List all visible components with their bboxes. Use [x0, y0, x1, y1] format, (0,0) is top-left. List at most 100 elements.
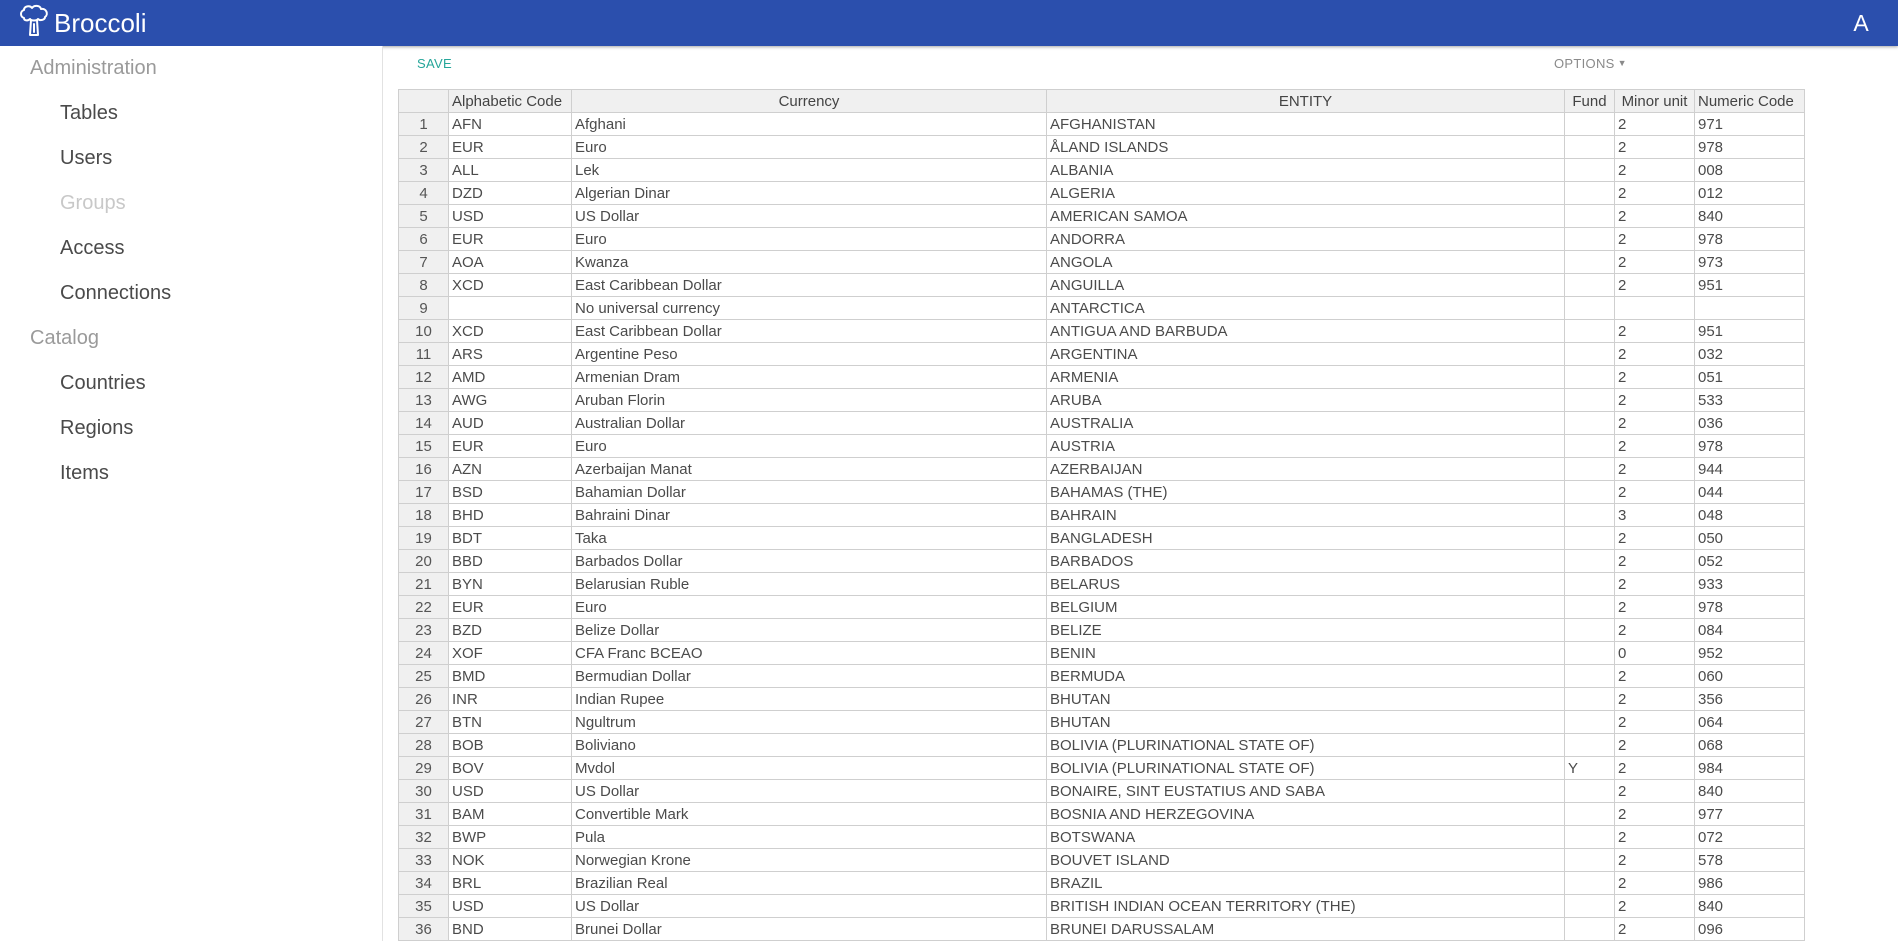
table-cell[interactable] [1564, 342, 1615, 366]
table-row[interactable]: 22 EUR Euro BELGIUM 2 978 [398, 595, 1805, 619]
table-cell[interactable]: 3 [1614, 503, 1695, 527]
table-row[interactable]: 19 BDT Taka BANGLADESH 2 050 [398, 526, 1805, 550]
table-row[interactable]: 6 EUR Euro ANDORRA 2 978 [398, 227, 1805, 251]
table-cell[interactable]: 2 [1614, 365, 1695, 389]
app-logo[interactable]: Broccoli [18, 4, 146, 43]
table-cell[interactable]: Azerbaijan Manat [571, 457, 1047, 481]
table-cell[interactable]: AUSTRIA [1046, 434, 1565, 458]
table-cell[interactable]: ÅLAND ISLANDS [1046, 135, 1565, 159]
table-row[interactable]: 23 BZD Belize Dollar BELIZE 2 084 [398, 618, 1805, 642]
table-cell[interactable]: Mvdol [571, 756, 1047, 780]
table-cell[interactable]: CFA Franc BCEAO [571, 641, 1047, 665]
row-number[interactable]: 8 [398, 273, 449, 297]
table-cell[interactable] [1564, 894, 1615, 918]
table-cell[interactable]: ANTIGUA AND BARBUDA [1046, 319, 1565, 343]
table-cell[interactable]: ALL [448, 158, 572, 182]
row-number[interactable]: 15 [398, 434, 449, 458]
table-row[interactable]: 1 AFN Afghani AFGHANISTAN 2 971 [398, 112, 1805, 136]
table-cell[interactable]: 2 [1614, 664, 1695, 688]
table-cell[interactable]: 578 [1694, 848, 1805, 872]
table-cell[interactable]: USD [448, 779, 572, 803]
table-cell[interactable]: EUR [448, 434, 572, 458]
table-cell[interactable]: 068 [1694, 733, 1805, 757]
table-row[interactable]: 35 USD US Dollar BRITISH INDIAN OCEAN TERRI… [398, 894, 1805, 918]
table-cell[interactable] [1564, 135, 1615, 159]
table-cell[interactable]: Norwegian Krone [571, 848, 1047, 872]
table-row[interactable]: 25 BMD Bermudian Dollar BERMUDA 2 060 [398, 664, 1805, 688]
table-cell[interactable]: Kwanza [571, 250, 1047, 274]
row-number[interactable]: 25 [398, 664, 449, 688]
table-row[interactable]: 24 XOF CFA Franc BCEAO BENIN 0 952 [398, 641, 1805, 665]
table-cell[interactable]: BDT [448, 526, 572, 550]
table-row[interactable]: 17 BSD Bahamian Dollar BAHAMAS (THE) 2 044 [398, 480, 1805, 504]
table-cell[interactable] [1564, 825, 1615, 849]
sidebar-item-regions[interactable]: Regions [0, 406, 382, 451]
table-cell[interactable]: USD [448, 894, 572, 918]
table-cell[interactable]: AFN [448, 112, 572, 136]
table-cell[interactable] [1564, 158, 1615, 182]
table-cell[interactable]: 064 [1694, 710, 1805, 734]
table-cell[interactable]: 840 [1694, 779, 1805, 803]
table-row[interactable]: 33 NOK Norwegian Krone BOUVET ISLAND 2 578 [398, 848, 1805, 872]
table-cell[interactable] [1564, 618, 1615, 642]
table-cell[interactable]: ARS [448, 342, 572, 366]
table-cell[interactable]: AOA [448, 250, 572, 274]
table-row[interactable]: 29 BOV Mvdol BOLIVIA (PLURINATIONAL STATE O… [398, 756, 1805, 780]
table-cell[interactable]: 008 [1694, 158, 1805, 182]
table-cell[interactable]: 2 [1614, 917, 1695, 941]
table-cell[interactable]: 2 [1614, 779, 1695, 803]
table-cell[interactable]: Convertible Mark [571, 802, 1047, 826]
save-button[interactable]: SAVE [417, 56, 452, 71]
table-cell[interactable]: BOLIVIA (PLURINATIONAL STATE OF) [1046, 756, 1565, 780]
table-cell[interactable]: 2 [1614, 480, 1695, 504]
table-cell[interactable]: 978 [1694, 595, 1805, 619]
table-cell[interactable]: 2 [1614, 618, 1695, 642]
table-cell[interactable]: 2 [1614, 733, 1695, 757]
table-cell[interactable]: BERMUDA [1046, 664, 1565, 688]
table-cell[interactable]: ANGOLA [1046, 250, 1565, 274]
table-cell[interactable]: Lek [571, 158, 1047, 182]
table-cell[interactable] [1564, 250, 1615, 274]
table-cell[interactable]: BOV [448, 756, 572, 780]
row-number[interactable]: 11 [398, 342, 449, 366]
table-cell[interactable]: 533 [1694, 388, 1805, 412]
table-cell[interactable]: BARBADOS [1046, 549, 1565, 573]
table-cell[interactable] [1564, 871, 1615, 895]
table-row[interactable]: 21 BYN Belarusian Ruble BELARUS 2 933 [398, 572, 1805, 596]
row-number[interactable]: 4 [398, 181, 449, 205]
table-cell[interactable]: 978 [1694, 135, 1805, 159]
row-number[interactable]: 28 [398, 733, 449, 757]
table-cell[interactable]: 048 [1694, 503, 1805, 527]
table-cell[interactable]: Barbados Dollar [571, 549, 1047, 573]
table-cell[interactable] [1564, 227, 1615, 251]
row-number[interactable]: 24 [398, 641, 449, 665]
table-cell[interactable]: 977 [1694, 802, 1805, 826]
table-cell[interactable]: 2 [1614, 411, 1695, 435]
row-number[interactable]: 32 [398, 825, 449, 849]
table-cell[interactable]: BHD [448, 503, 572, 527]
table-cell[interactable] [1564, 641, 1615, 665]
table-cell[interactable]: East Caribbean Dollar [571, 319, 1047, 343]
table-cell[interactable]: 951 [1694, 319, 1805, 343]
table-cell[interactable]: Belize Dollar [571, 618, 1047, 642]
table-cell[interactable] [1564, 273, 1615, 297]
table-cell[interactable]: BRL [448, 871, 572, 895]
table-row[interactable]: 16 AZN Azerbaijan Manat AZERBAIJAN 2 944 [398, 457, 1805, 481]
table-cell[interactable]: ANDORRA [1046, 227, 1565, 251]
table-cell[interactable]: BONAIRE, SINT EUSTATIUS AND SABA [1046, 779, 1565, 803]
table-cell[interactable]: 0 [1614, 641, 1695, 665]
row-number[interactable]: 3 [398, 158, 449, 182]
table-cell[interactable]: INR [448, 687, 572, 711]
row-number[interactable]: 29 [398, 756, 449, 780]
table-cell[interactable]: BAHRAIN [1046, 503, 1565, 527]
options-dropdown[interactable]: OPTIONS ▼ [1554, 56, 1627, 71]
table-cell[interactable]: 2 [1614, 434, 1695, 458]
table-cell[interactable]: 971 [1694, 112, 1805, 136]
table-cell[interactable]: BAHAMAS (THE) [1046, 480, 1565, 504]
row-number[interactable]: 30 [398, 779, 449, 803]
table-cell[interactable]: 944 [1694, 457, 1805, 481]
table-cell[interactable]: Boliviano [571, 733, 1047, 757]
sidebar-item-countries[interactable]: Countries [0, 361, 382, 406]
table-cell[interactable]: 2 [1614, 526, 1695, 550]
table-row[interactable]: 9 No universal currency ANTARCTICA [398, 296, 1805, 320]
